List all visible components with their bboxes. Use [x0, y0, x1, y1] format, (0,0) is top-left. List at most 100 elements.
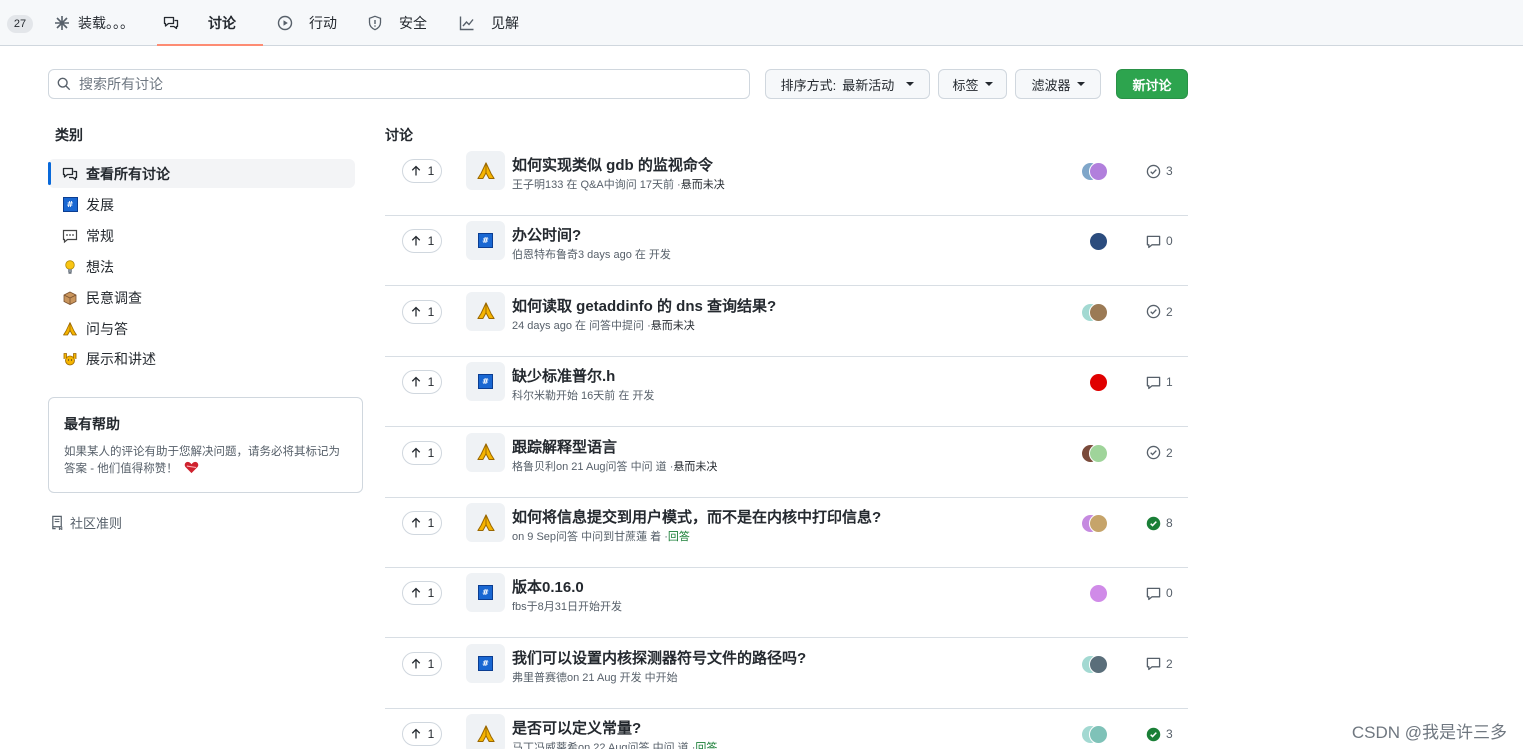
category-all-discussions[interactable]: 查看所有讨论: [48, 159, 355, 188]
upvote-count: 1: [427, 656, 435, 671]
avatar[interactable]: [1089, 443, 1108, 463]
tab-label: 讨论: [208, 15, 236, 31]
discussion-row[interactable]: 1 # 我们可以设置内核探测器符号文件的路径吗? 弗里普赛德on 21 Aug …: [385, 639, 1188, 709]
discussion-title[interactable]: 缺少标准普尔.h: [512, 365, 615, 386]
new-discussion-button[interactable]: 新讨论: [1116, 69, 1188, 99]
avatar[interactable]: [1089, 162, 1108, 181]
watermark: CSDN @我是许三多: [1351, 723, 1507, 742]
avatar[interactable]: [1089, 584, 1108, 604]
upvote-count: 1: [427, 586, 435, 601]
filter-button-label: 滤波器: [1031, 77, 1071, 93]
discussion-meta-text: 王子明133 在 Q&A中询问 17天前 ·: [512, 179, 681, 191]
discussion-row[interactable]: 1 如何将信息提交到用户模式，而不是在内核中打印信息? on 9 Sep问答 中…: [385, 498, 1188, 568]
discussion-meta-text: 马丁冯威蒂希on 22 Aug问答 中问 道 ·: [512, 742, 696, 749]
participant-avatars: [1081, 584, 1113, 604]
discussion-title[interactable]: 我们可以设置内核探测器符号文件的路径吗?: [512, 647, 806, 668]
category-general[interactable]: 常规: [48, 221, 355, 250]
category-emoji: #: [466, 573, 505, 613]
praying-hands-icon: [476, 442, 496, 462]
hash-icon: #: [478, 655, 493, 671]
category-q-and-a[interactable]: 问与答: [48, 314, 355, 343]
check-circle-icon: [1146, 445, 1166, 460]
category-polls[interactable]: 民意调查: [48, 283, 355, 312]
discussion-meta-text: 24 days ago 在 问答中提问 ·: [512, 319, 651, 332]
comment-count: 2: [1146, 656, 1173, 672]
category-label: 民意调查: [86, 289, 142, 306]
discussion-row[interactable]: 1 是否可以定义常量? 马丁冯威蒂希on 22 Aug问答 中问 道 ·回答 3: [385, 709, 1188, 749]
upvote-button[interactable]: 1: [402, 511, 442, 535]
category-emoji: [466, 714, 505, 749]
answer-status: 悬而未决: [650, 319, 695, 332]
participant-avatars: [1081, 514, 1113, 534]
labels-button[interactable]: 标签: [938, 69, 1007, 99]
upvote-button[interactable]: 1: [402, 581, 442, 606]
discussion-title[interactable]: 是否可以定义常量?: [512, 717, 641, 738]
discussion-row[interactable]: 1 # 办公时间? 伯恩特布鲁奇3 days ago 在 开发 0: [385, 216, 1188, 287]
upvote-button[interactable]: 1: [402, 722, 442, 747]
active-tab-indicator: [157, 44, 263, 46]
search-input[interactable]: [79, 76, 679, 92]
upvote-button[interactable]: 1: [402, 299, 442, 324]
upvote-count: 1: [427, 234, 435, 249]
chevron-down-icon: [984, 82, 993, 86]
discussion-title[interactable]: 如何读取 getaddinfo 的 dns 查询结果?: [512, 295, 776, 316]
search-icon: [57, 77, 71, 91]
tab-discussions[interactable]: 讨论: [163, 0, 236, 46]
tab-loading[interactable]: 装载。。。: [54, 0, 134, 46]
hash-icon: #: [478, 374, 493, 390]
upvote-button[interactable]: 1: [402, 159, 442, 183]
upvote-button[interactable]: 1: [402, 651, 442, 676]
upvote-button[interactable]: 1: [402, 370, 442, 395]
participant-avatars: [1081, 232, 1113, 252]
category-ideas[interactable]: 想法: [48, 252, 355, 281]
avatar[interactable]: [1089, 232, 1108, 252]
praying-hands-icon: [476, 301, 496, 321]
tab-actions[interactable]: 行动: [277, 0, 337, 46]
discussion-row[interactable]: 1 跟踪解释型语言 格鲁贝利on 21 Aug问答 中问 道 ·悬而未决 2: [385, 428, 1188, 498]
avatar[interactable]: [1089, 373, 1108, 393]
discussion-meta: 马丁冯威蒂希on 22 Aug问答 中问 道 ·回答: [512, 739, 717, 749]
avatar[interactable]: [1089, 302, 1108, 322]
discussion-title[interactable]: 办公时间?: [512, 224, 581, 245]
category-development[interactable]: # 发展: [48, 190, 355, 219]
discussion-title[interactable]: 跟踪解释型语言: [512, 436, 617, 457]
tab-insights[interactable]: 见解: [459, 0, 519, 46]
comment-count: 0: [1146, 585, 1173, 601]
avatar[interactable]: [1089, 725, 1108, 745]
discussion-row[interactable]: 1 # 版本0.16.0 fbs于8月31日开始开发 0: [385, 568, 1188, 639]
discussion-title[interactable]: 如何将信息提交到用户模式，而不是在内核中打印信息?: [512, 506, 881, 527]
comment-count: 2: [1146, 304, 1173, 320]
light-bulb-icon: [62, 259, 78, 275]
discussion-row[interactable]: 1 如何实现类似 gdb 的监视命令 王子明133 在 Q&A中询问 17天前 …: [385, 146, 1188, 216]
upvote-button[interactable]: 1: [402, 440, 442, 465]
most-helpful-text: 如果某人的评论有助于您解决问题，请务必将其标记为答案 - 他们值得称赞！: [64, 446, 340, 475]
discussion-row[interactable]: 1 如何读取 getaddinfo 的 dns 查询结果? 24 days ag…: [385, 287, 1188, 357]
avatar[interactable]: [1089, 514, 1108, 533]
discussion-meta: 格鲁贝利on 21 Aug问答 中问 道 ·悬而未决: [512, 458, 717, 474]
category-show-and-tell[interactable]: 展示和讲述: [48, 344, 355, 373]
discussion-meta: fbs于8月31日开始开发: [512, 598, 622, 614]
upvote-button[interactable]: 1: [402, 229, 442, 254]
community-guidelines-link[interactable]: 社区准则: [50, 513, 122, 532]
tab-label: 装载。。。: [78, 15, 134, 31]
tab-security[interactable]: 安全: [367, 0, 427, 46]
discussion-title[interactable]: 如何实现类似 gdb 的监视命令: [512, 154, 713, 175]
sort-dropdown[interactable]: 排序方式: 最新活动: [765, 69, 930, 99]
discussion-title[interactable]: 版本0.16.0: [512, 576, 584, 597]
category-emoji: #: [466, 221, 505, 261]
comment-icon: [1146, 375, 1166, 390]
discussion-row[interactable]: 1 # 缺少标准普尔.h 科尔米勒开始 16天前 在 开发 1: [385, 357, 1188, 428]
shield-icon: [368, 15, 382, 31]
comment-discussion-icon: [163, 16, 179, 30]
count-value: 3: [1166, 164, 1173, 178]
arrow-up-icon: [411, 376, 420, 387]
check-circle-fill-icon: [1146, 516, 1166, 531]
avatar[interactable]: [1089, 654, 1108, 674]
tab-label: 行动: [309, 15, 337, 31]
search-box[interactable]: [48, 69, 750, 99]
category-emoji: #: [466, 362, 505, 402]
chevron-down-icon: [1076, 82, 1085, 86]
count-value: 0: [1166, 234, 1173, 249]
filter-button[interactable]: 滤波器: [1015, 69, 1101, 99]
categories-heading: 类别: [55, 127, 83, 143]
